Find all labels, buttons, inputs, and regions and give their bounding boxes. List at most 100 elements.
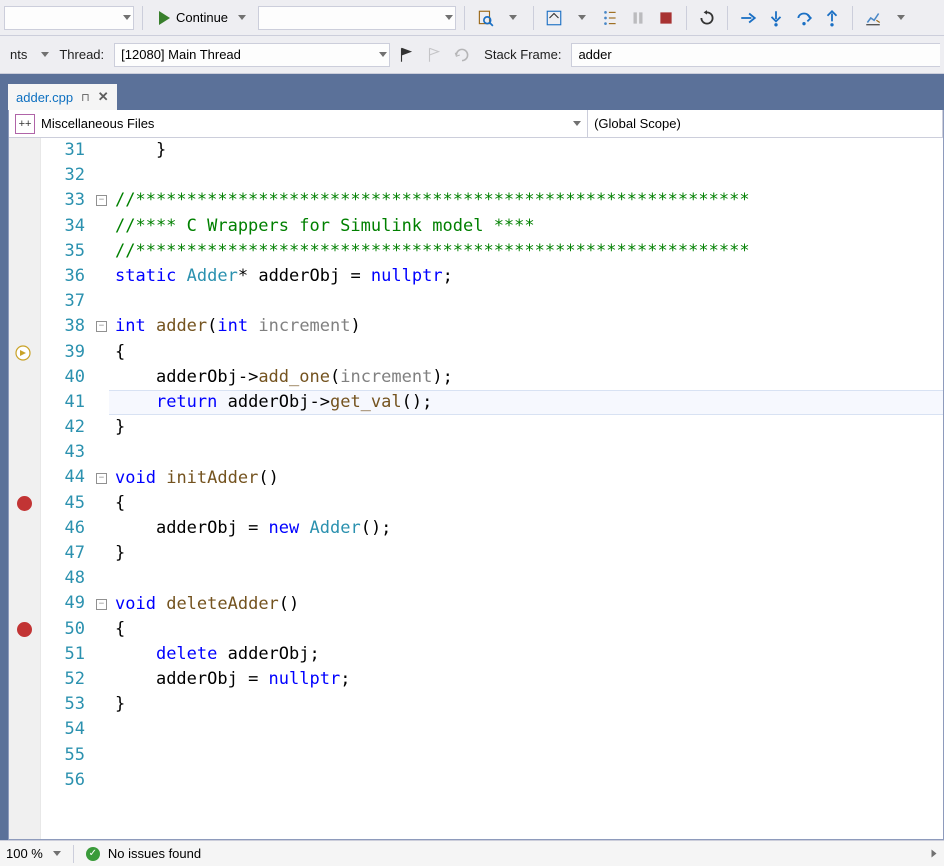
document-well: adder.cpp ⊓ ✕ ++ Miscellaneous Files (Gl… xyxy=(0,74,944,840)
code-line[interactable]: int adder(int increment) xyxy=(115,314,361,339)
stop-button[interactable] xyxy=(654,6,678,30)
scope-right-label: (Global Scope) xyxy=(594,116,681,131)
code-line[interactable]: return adderObj->get_val(); xyxy=(115,390,432,415)
separator xyxy=(533,6,534,30)
step-out-button[interactable] xyxy=(820,6,844,30)
dropdown-toggle[interactable] xyxy=(570,6,594,30)
separator xyxy=(142,6,143,30)
line-number: 51 xyxy=(41,642,85,667)
code-line[interactable]: delete adderObj; xyxy=(115,642,320,667)
line-number: 55 xyxy=(41,743,85,768)
chevron-down-icon xyxy=(509,15,517,20)
code-line[interactable]: } xyxy=(115,541,125,566)
line-number-gutter: 3132333435363738394041424344454647484950… xyxy=(41,138,95,839)
stackframe-value: adder xyxy=(578,47,611,62)
cycle-thread-button[interactable] xyxy=(450,43,474,67)
close-tab-button[interactable]: ✕ xyxy=(98,89,109,105)
line-number: 36 xyxy=(41,264,85,289)
code-line[interactable]: { xyxy=(115,340,125,365)
code-line[interactable]: } xyxy=(115,415,125,440)
separator xyxy=(464,6,465,30)
pause-button[interactable] xyxy=(626,6,650,30)
code-line[interactable]: { xyxy=(115,491,125,516)
status-bar: 100 % ✓ No issues found xyxy=(0,840,944,866)
line-number: 35 xyxy=(41,239,85,264)
code-line[interactable]: adderObj->add_one(increment); xyxy=(115,365,453,390)
main-toolbar: Continue xyxy=(0,0,944,36)
line-number: 48 xyxy=(41,566,85,591)
code-editor: ++ Miscellaneous Files (Global Scope) 31… xyxy=(8,110,944,840)
target-dropdown[interactable] xyxy=(258,6,456,30)
stackframe-dropdown[interactable]: adder xyxy=(571,43,940,67)
code-area[interactable]: 3132333435363738394041424344454647484950… xyxy=(9,138,943,839)
current-statement-icon[interactable] xyxy=(15,344,33,369)
cpp-project-icon: ++ xyxy=(15,114,35,134)
tab-filename: adder.cpp xyxy=(16,90,73,105)
navigation-bar: ++ Miscellaneous Files (Global Scope) xyxy=(9,110,943,138)
fold-toggle[interactable]: − xyxy=(96,195,107,206)
thread-dropdown[interactable]: [12080] Main Thread xyxy=(114,43,390,67)
line-number: 41 xyxy=(41,390,85,415)
line-number: 40 xyxy=(41,365,85,390)
line-number: 43 xyxy=(41,440,85,465)
zoom-selector[interactable]: 100 % xyxy=(6,846,61,861)
show-threads-button[interactable] xyxy=(598,6,622,30)
symbol-scope-dropdown[interactable]: (Global Scope) xyxy=(588,110,943,137)
breakpoint-icon[interactable] xyxy=(17,622,32,637)
breakpoint-icon[interactable] xyxy=(17,496,32,511)
code-line[interactable]: } xyxy=(115,692,125,717)
chevron-down-icon xyxy=(41,52,49,57)
check-icon: ✓ xyxy=(86,847,100,861)
chevron-down-icon xyxy=(897,15,905,20)
code-line[interactable]: adderObj = new Adder(); xyxy=(115,516,391,541)
chevron-left-icon[interactable] xyxy=(932,850,937,858)
code-line[interactable]: void initAdder() xyxy=(115,466,279,491)
code-line[interactable]: //**************************************… xyxy=(115,188,750,213)
step-over-button[interactable] xyxy=(792,6,816,30)
intellitrace-button[interactable] xyxy=(861,6,885,30)
chevron-down-icon xyxy=(445,15,453,20)
dropdown-toggle[interactable] xyxy=(889,6,913,30)
line-number: 54 xyxy=(41,717,85,742)
tab-strip: adder.cpp ⊓ ✕ xyxy=(8,82,944,110)
find-in-files-button[interactable] xyxy=(473,6,497,30)
zoom-value: 100 % xyxy=(6,846,43,861)
flag-thread-button[interactable] xyxy=(394,43,418,67)
pin-icon[interactable]: ⊓ xyxy=(81,91,90,104)
restart-button[interactable] xyxy=(695,6,719,30)
code-line[interactable]: } xyxy=(115,138,166,163)
line-number: 50 xyxy=(41,617,85,642)
show-flagged-button[interactable] xyxy=(422,43,446,67)
code-line[interactable]: void deleteAdder() xyxy=(115,592,299,617)
code-line[interactable]: //**************************************… xyxy=(115,239,750,264)
fold-toggle[interactable]: − xyxy=(96,599,107,610)
code-content[interactable]: } //*************************************… xyxy=(109,138,943,839)
line-number: 52 xyxy=(41,667,85,692)
line-number: 45 xyxy=(41,491,85,516)
glyph-margin[interactable] xyxy=(9,138,41,839)
show-next-statement-button[interactable] xyxy=(736,6,760,30)
fold-toggle[interactable]: − xyxy=(96,473,107,484)
code-line[interactable]: static Adder* adderObj = nullptr; xyxy=(115,264,453,289)
step-into-button[interactable] xyxy=(764,6,788,30)
file-tab-adder[interactable]: adder.cpp ⊓ ✕ xyxy=(8,84,117,110)
code-line[interactable]: //**** C Wrappers for Simulink model ***… xyxy=(115,214,535,239)
issues-label: No issues found xyxy=(108,846,201,861)
chevron-down-icon xyxy=(578,15,586,20)
config-dropdown[interactable] xyxy=(4,6,134,30)
line-number: 34 xyxy=(41,214,85,239)
project-scope-dropdown[interactable]: ++ Miscellaneous Files xyxy=(9,110,588,137)
code-line[interactable]: { xyxy=(115,617,125,642)
scope-left-label: Miscellaneous Files xyxy=(41,116,154,131)
home-button[interactable] xyxy=(542,6,566,30)
fold-toggle[interactable]: − xyxy=(96,321,107,332)
chevron-down-icon xyxy=(123,15,131,20)
code-line[interactable]: adderObj = nullptr; xyxy=(115,667,350,692)
line-number: 53 xyxy=(41,692,85,717)
continue-button[interactable]: Continue xyxy=(151,5,254,31)
dropdown-toggle[interactable] xyxy=(501,6,525,30)
line-number: 49 xyxy=(41,591,85,616)
folding-gutter[interactable]: − − − − xyxy=(95,138,109,839)
line-number: 38 xyxy=(41,314,85,339)
chevron-down-icon xyxy=(53,851,61,856)
